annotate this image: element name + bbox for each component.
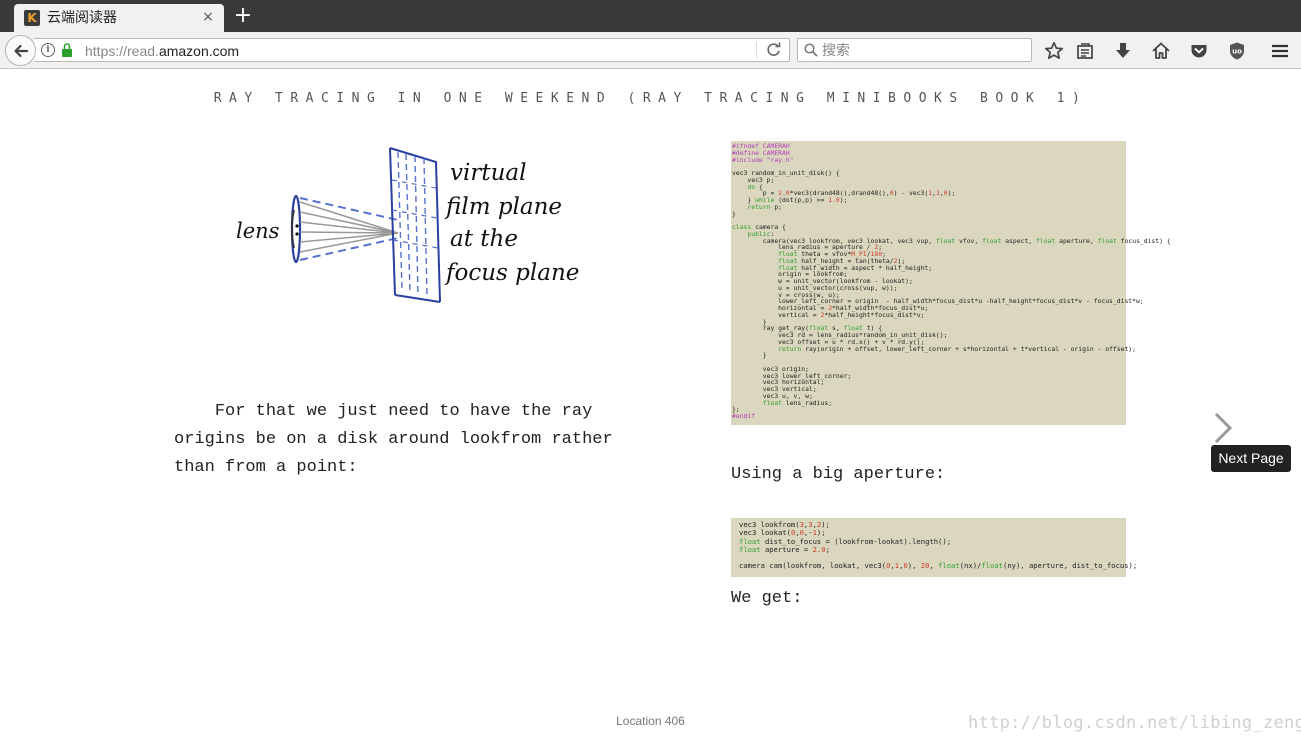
code-line: return p; — [747, 202, 783, 211]
site-info-icon[interactable]: i — [41, 43, 55, 57]
next-page-chevron-icon[interactable] — [1212, 410, 1236, 446]
code-line: camera cam(lookfrom, lookat, vec3(0,1,0)… — [739, 561, 1138, 571]
pocket-icon[interactable] — [1189, 41, 1209, 61]
paragraph-text: For that we just need to have the ray or… — [174, 402, 623, 477]
back-button[interactable] — [5, 35, 36, 66]
book-title: RAY TRACING IN ONE WEEKEND (RAY TRACING … — [213, 91, 1088, 106]
watermark-text: http://blog.csdn.net/libing_zeng — [968, 713, 1301, 733]
lens-film-plane-sketch: lens virtual film plane at the focus pla… — [236, 147, 579, 303]
url-text[interactable]: https://read.amazon.com — [85, 42, 239, 60]
tab-close-button[interactable]: × — [200, 9, 216, 25]
reading-list-icon[interactable] — [1075, 41, 1095, 61]
tab-title: 云端阅读器 — [47, 10, 117, 26]
bookmark-star-icon[interactable] — [1044, 41, 1064, 61]
url-domain: amazon.com — [158, 43, 240, 59]
url-prefix: https://read. — [85, 43, 159, 59]
search-placeholder: 搜索 — [822, 43, 850, 59]
url-separator — [756, 42, 757, 59]
code-line: #endif — [732, 412, 756, 420]
secure-lock-icon — [62, 43, 72, 57]
new-tab-button[interactable]: + — [230, 4, 256, 28]
plane-label-line-2: film plane — [444, 194, 562, 220]
back-arrow-icon — [13, 44, 28, 57]
body-paragraph: For that we just need to have the ray or… — [174, 398, 614, 482]
sketch-drawing — [290, 147, 441, 303]
search-icon — [804, 43, 818, 57]
hamburger-menu-icon[interactable] — [1270, 41, 1290, 61]
code-line: float aperture = 2.0; — [739, 544, 830, 554]
code-line: } — [732, 351, 767, 360]
tab-strip: K 云端阅读器 × + — [0, 0, 1301, 32]
aperture-code-block: vec3 lookfrom(3,3,2); vec3 lookat(0,0,-1… — [731, 518, 1137, 577]
plane-label-line-1: virtual — [450, 160, 526, 186]
plane-label-line-4: focus plane — [444, 260, 579, 286]
plane-label-line-3: at the — [450, 226, 518, 252]
code-line: } — [732, 209, 736, 218]
url-bar[interactable]: i https://read.amazon.com — [34, 38, 790, 62]
lens-label: lens — [236, 219, 280, 243]
kindle-favicon-icon: K — [24, 10, 40, 26]
reload-icon[interactable] — [765, 41, 783, 59]
code-line: float lens_radius; — [762, 398, 833, 407]
camera-code-block: #ifndef CAMERAH #define CAMERAH #include… — [731, 141, 1171, 425]
aperture-label: Using a big aperture: — [731, 465, 946, 484]
navigation-toolbar: i https://read.amazon.com 搜索 uo — [0, 32, 1301, 69]
ublock-shield-icon[interactable]: uo — [1227, 41, 1247, 61]
code-line: return ray(origin + offset, lower_left_c… — [778, 344, 1136, 353]
search-bar[interactable]: 搜索 — [797, 38, 1032, 62]
camera-code-text: #ifndef CAMERAH #define CAMERAH #include… — [732, 143, 1171, 420]
home-icon[interactable] — [1151, 41, 1171, 61]
browser-tab[interactable]: K 云端阅读器 × — [14, 4, 224, 32]
next-page-tooltip: Next Page — [1211, 445, 1291, 472]
svg-text:uo: uo — [1232, 48, 1242, 56]
aperture-code-text: vec3 lookfrom(3,3,2); vec3 lookat(0,0,-1… — [739, 520, 1137, 571]
we-get-label: We get: — [731, 589, 803, 608]
downloads-icon[interactable] — [1113, 41, 1133, 61]
code-line: #include "ray.h" — [732, 155, 794, 164]
